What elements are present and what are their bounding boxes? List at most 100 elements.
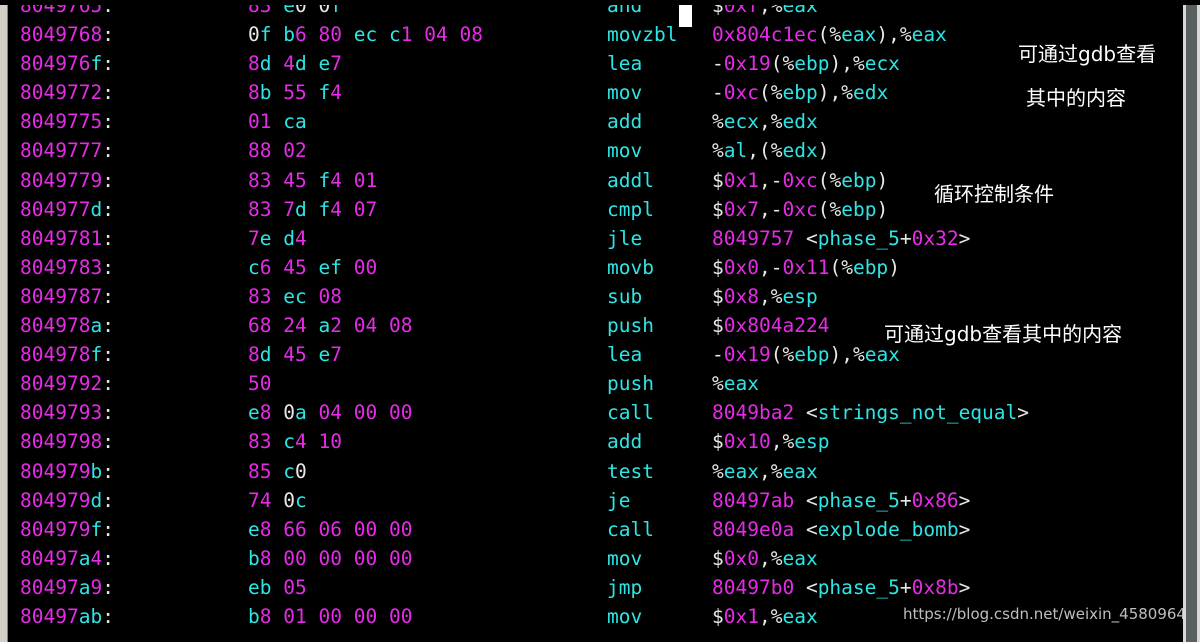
row-bytes: e8 0a 04 00 00: [248, 401, 413, 425]
annotation-gdb-view-3: 可通过gdb查看其中的内容: [884, 322, 1123, 346]
row-operands: %eax: [712, 372, 759, 396]
row-bytes: 83 45 f4 01: [248, 168, 378, 192]
row-bytes: 83 7d f4 07: [248, 197, 378, 221]
row-operands: -0xc(%ebp),%edx: [712, 81, 889, 105]
row-address: 8049783:: [20, 255, 114, 279]
row-operands: 8049ba2 <strings_not_equal>: [712, 401, 1030, 425]
disassembly-row[interactable]: 8049792: 50 push %eax: [9, 369, 1183, 398]
row-address: 8049779:: [20, 168, 114, 192]
row-mnemonic: je: [607, 488, 631, 512]
row-mnemonic: mov: [607, 604, 643, 628]
row-address: 8049798:: [20, 430, 114, 454]
row-address: 804979f:: [20, 517, 114, 541]
row-mnemonic: mov: [607, 139, 643, 163]
row-address: 804978f:: [20, 343, 114, 367]
row-bytes: 85 c0: [248, 459, 307, 483]
row-bytes: b8 00 00 00 00: [248, 546, 413, 570]
row-operands: $0x804a224: [712, 314, 830, 338]
row-bytes: eb 05: [248, 575, 307, 599]
row-operands: %al,(%edx): [712, 139, 830, 163]
row-bytes: 88 02: [248, 139, 307, 163]
row-operands: 80497ab <phase_5+0x86>: [712, 488, 971, 512]
row-operands: 0x804c1ec(%eax),%eax: [712, 23, 947, 47]
right-scrollbar[interactable]: [1183, 0, 1200, 642]
disassembly-row[interactable]: 804979b: 85 c0 test %eax,%eax: [9, 457, 1183, 486]
row-operands: -0x19(%ebp),%eax: [712, 343, 900, 367]
row-address: 8049793:: [20, 401, 114, 425]
row-bytes: 83 ec 08: [248, 284, 342, 308]
row-address: 804977d:: [20, 197, 114, 221]
left-scrollbar[interactable]: [0, 0, 8, 642]
row-operands: $0x0,-0x11(%ebp): [712, 255, 900, 279]
disassembly-row[interactable]: 8049772: 8b 55 f4 mov -0xc(%ebp),%edx: [9, 78, 1183, 107]
disassembly-row[interactable]: 80497a4: b8 00 00 00 00 mov $0x0,%eax: [9, 544, 1183, 573]
annotation-gdb-view-2: 其中的内容: [1026, 86, 1126, 110]
row-mnemonic: cmpl: [607, 197, 654, 221]
row-address: 8049777:: [20, 139, 114, 163]
disassembly-row[interactable]: 804976f: 8d 4d e7 lea -0x19(%ebp),%ecx: [9, 49, 1183, 78]
row-operands: $0x1,-0xc(%ebp): [712, 168, 889, 192]
row-mnemonic: addl: [607, 168, 654, 192]
row-bytes: 83 c4 10: [248, 430, 342, 454]
row-operands: 80497b0 <phase_5+0x8b>: [712, 575, 971, 599]
row-operands: $0x8,%esp: [712, 284, 818, 308]
row-operands: $0x7,-0xc(%ebp): [712, 197, 889, 221]
row-mnemonic: mov: [607, 546, 643, 570]
row-bytes: 50: [248, 372, 272, 396]
disassembly-row[interactable]: 804979f: e8 66 06 00 00 call 8049e0a <explo…: [9, 515, 1183, 544]
watermark-url: https://blog.csdn.net/weixin_45809643: [903, 605, 1196, 623]
disassembly-row[interactable]: 8049777: 88 02 mov %al,(%edx): [9, 136, 1183, 165]
row-bytes: b8 01 00 00 00: [248, 604, 413, 628]
row-address: 8049775:: [20, 110, 114, 134]
row-mnemonic: add: [607, 430, 643, 454]
right-scrollbar-thumb[interactable]: [1186, 0, 1197, 642]
row-bytes: 8b 55 f4: [248, 81, 342, 105]
disassembly-listing: 8049765: 83 e0 0f and $0xf,%eax 8049768: 0f b…: [9, 0, 1183, 642]
row-address: 8049781:: [20, 226, 114, 250]
row-operands: 8049757 <phase_5+0x32>: [712, 226, 971, 250]
row-address: 8049792:: [20, 372, 114, 396]
top-clip-mask: [0, 0, 1200, 5]
disassembly-row[interactable]: 8049793: e8 0a 04 00 00 call 8049ba2 <strin…: [9, 398, 1183, 427]
row-address: 8049772:: [20, 81, 114, 105]
row-bytes: e8 66 06 00 00: [248, 517, 413, 541]
row-address: 80497a4:: [20, 546, 114, 570]
row-mnemonic: call: [607, 517, 654, 541]
row-address: 80497ab:: [20, 604, 114, 628]
disassembly-row[interactable]: 8049798: 83 c4 10 add $0x10,%esp: [9, 427, 1183, 456]
disassembly-row[interactable]: 8049781: 7e d4 jle 8049757 <phase_5+0x32>: [9, 224, 1183, 253]
row-address: 804976f:: [20, 52, 114, 76]
row-operands: %eax,%eax: [712, 459, 818, 483]
text-cursor: [679, 4, 692, 27]
row-bytes: 01 ca: [248, 110, 307, 134]
row-mnemonic: lea: [607, 52, 643, 76]
disassembly-row[interactable]: 8049787: 83 ec 08 sub $0x8,%esp: [9, 282, 1183, 311]
row-bytes: 0f b6 80 ec c1 04 08: [248, 23, 483, 47]
row-operands: 8049e0a <explode_bomb>: [712, 517, 971, 541]
disassembly-row[interactable]: 8049768: 0f b6 80 ec c1 04 08 movzbl 0x804c…: [9, 20, 1183, 49]
row-mnemonic: sub: [607, 284, 643, 308]
row-mnemonic: lea: [607, 343, 643, 367]
disassembly-row[interactable]: 8049775: 01 ca add %ecx,%edx: [9, 107, 1183, 136]
annotation-loop-condition: 循环控制条件: [934, 182, 1054, 206]
row-bytes: c6 45 ef 00: [248, 255, 378, 279]
row-bytes: 74 0c: [248, 488, 307, 512]
row-operands: $0x1,%eax: [712, 604, 818, 628]
row-mnemonic: jle: [607, 226, 643, 250]
row-mnemonic: test: [607, 459, 654, 483]
row-bytes: 68 24 a2 04 08: [248, 314, 413, 338]
row-bytes: 8d 4d e7: [248, 52, 342, 76]
row-address: 804978a:: [20, 314, 114, 338]
row-bytes: 8d 45 e7: [248, 343, 342, 367]
row-operands: %ecx,%edx: [712, 110, 818, 134]
row-mnemonic: push: [607, 372, 654, 396]
row-mnemonic: mov: [607, 81, 643, 105]
row-mnemonic: push: [607, 314, 654, 338]
row-bytes: 7e d4: [248, 226, 307, 250]
row-mnemonic: jmp: [607, 575, 643, 599]
disassembly-row[interactable]: 8049783: c6 45 ef 00 movb $0x0,-0x11(%ebp): [9, 253, 1183, 282]
disassembly-row[interactable]: 80497a9: eb 05 jmp 80497b0 <phase_5+0x8b>: [9, 573, 1183, 602]
disassembly-row[interactable]: 804979d: 74 0c je 80497ab <phase_5+0x86>: [9, 486, 1183, 515]
row-address: 8049768:: [20, 23, 114, 47]
row-operands: $0x0,%eax: [712, 546, 818, 570]
